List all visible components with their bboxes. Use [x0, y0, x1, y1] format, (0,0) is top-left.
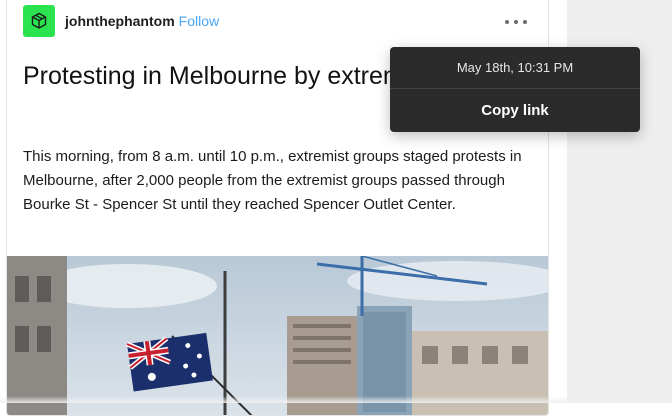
copy-link-button[interactable]: Copy link	[390, 89, 640, 132]
follow-button[interactable]: Follow	[179, 13, 219, 29]
protest-photo	[7, 256, 548, 415]
avatar[interactable]	[23, 5, 55, 37]
post-body: This morning, from 8 a.m. until 10 p.m.,…	[23, 148, 522, 213]
post-image[interactable]	[7, 256, 548, 415]
post-timestamp: May 18th, 10:31 PM	[390, 47, 640, 89]
bottom-scroll-shadow	[0, 396, 672, 403]
username[interactable]: johnthephantom	[65, 13, 175, 29]
more-options-button[interactable]	[501, 15, 531, 29]
cube-icon	[31, 12, 47, 29]
post-header: johnthephantom Follow	[23, 5, 219, 37]
more-dots-icon	[505, 20, 509, 24]
post-options-popover: May 18th, 10:31 PM Copy link	[390, 47, 640, 132]
